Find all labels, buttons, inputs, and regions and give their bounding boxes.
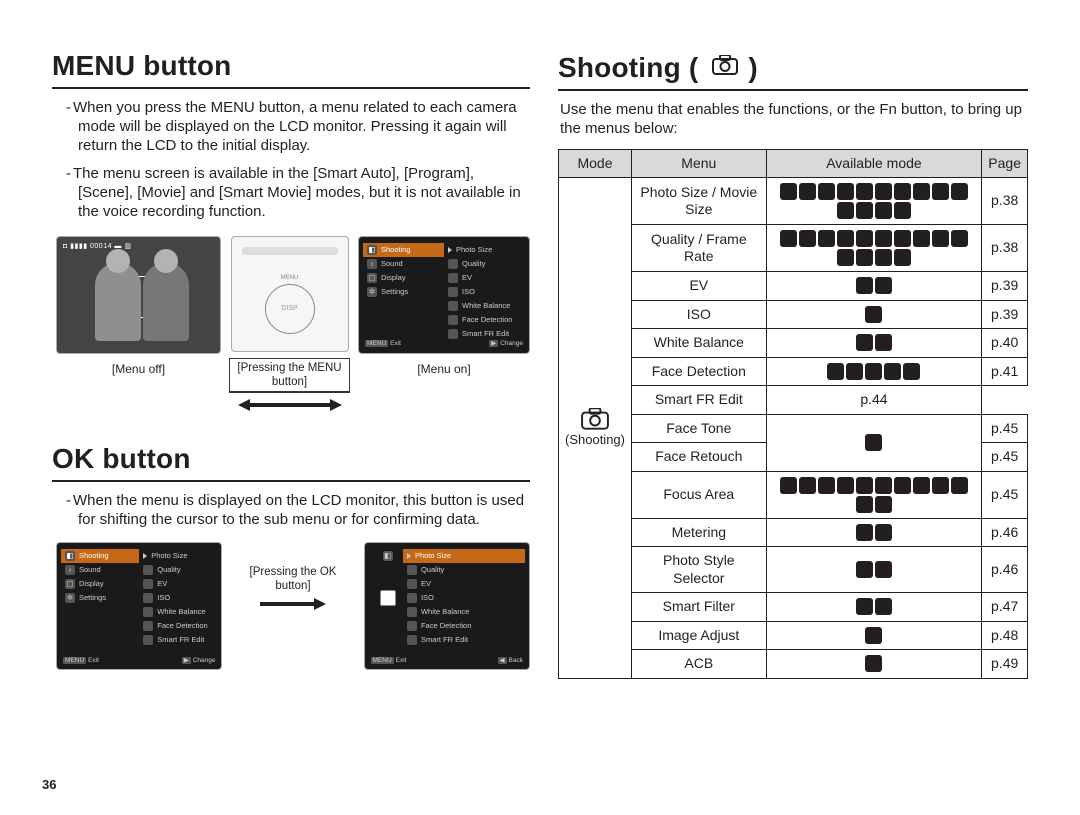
table-menu-cell: Focus Area — [631, 471, 766, 518]
th-page: Page — [982, 149, 1028, 178]
shooting-intro: Use the menu that enables the functions,… — [560, 101, 1028, 139]
ok-para-1: -When the menu is displayed on the LCD m… — [78, 492, 530, 530]
mode-icons — [773, 655, 976, 672]
table-page-cell: p.45 — [982, 471, 1028, 518]
table-menu-cell: EV — [631, 272, 766, 301]
mode-icons — [773, 561, 976, 578]
table-available-cell — [766, 300, 982, 329]
table-available-cell — [766, 225, 982, 272]
table-menu-cell: White Balance — [631, 329, 766, 358]
table-menu-cell: Face Tone — [631, 414, 766, 443]
table-page-cell: p.41 — [982, 357, 1028, 386]
mode-icons — [773, 524, 976, 541]
mode-icons — [773, 306, 976, 323]
heading-ok-button: OK button — [52, 441, 530, 482]
table-page-cell: p.39 — [982, 300, 1028, 329]
lcd-menu-on: ◧Shooting ♪Sound ▢Display ✲Settings Phot… — [358, 236, 530, 354]
table-menu-cell: Photo Style Selector — [631, 547, 766, 593]
gear-icon: ✲ — [367, 287, 377, 297]
table-available-cell — [766, 547, 982, 593]
table-available-cell — [766, 650, 982, 679]
th-available: Available mode — [766, 149, 982, 178]
table-available-cell — [766, 414, 982, 471]
heading-shooting: Shooting ( ) — [558, 48, 1028, 91]
mode-icons — [773, 277, 976, 294]
table-page-cell: p.40 — [982, 329, 1028, 358]
table-page-cell: p.48 — [982, 621, 1028, 650]
caption-menu-off: [Menu off] — [112, 362, 165, 377]
table-page-cell: p.46 — [982, 518, 1028, 547]
table-page-cell: p.44 — [766, 386, 982, 415]
mode-icons — [773, 477, 976, 513]
table-menu-cell: Smart FR Edit — [631, 386, 766, 415]
mode-icons — [773, 334, 976, 351]
display-icon: ▢ — [367, 273, 377, 283]
mode-icons — [773, 363, 976, 380]
camera-body-diagram: MENU DISP — [231, 236, 349, 352]
table-menu-cell: Smart Filter — [631, 593, 766, 622]
caption-pressing-menu: [Pressing the MENU button] — [229, 358, 350, 394]
camera-icon — [712, 48, 738, 83]
table-page-cell: p.45 — [982, 414, 1028, 443]
caption-menu-on: [Menu on] — [417, 362, 470, 377]
table-menu-cell: Face Retouch — [631, 443, 766, 472]
mode-icons — [773, 230, 976, 266]
table-menu-cell: ISO — [631, 300, 766, 329]
table-menu-cell: Photo Size / Movie Size — [631, 178, 766, 225]
lcd-ok-before: ◧Shooting ♪Sound ▢Display ✲Settings Phot… — [56, 542, 222, 670]
mode-icons — [773, 627, 976, 644]
table-available-cell — [766, 621, 982, 650]
menu-para-1: -When you press the MENU button, a menu … — [78, 99, 530, 155]
table-page-cell: p.47 — [982, 593, 1028, 622]
table-available-cell — [766, 272, 982, 301]
mode-icons — [773, 183, 976, 219]
table-page-cell: p.38 — [982, 225, 1028, 272]
lcd-preview: ◘ ▮▮▮▮ 00014 ▬ ▥ — [56, 236, 221, 354]
sound-icon: ♪ — [367, 259, 377, 269]
menu-para-2: -The menu screen is available in the [Sm… — [78, 165, 530, 221]
heading-menu-button: MENU button — [52, 48, 530, 89]
arrow-right-icon — [258, 597, 328, 611]
table-available-cell — [766, 357, 982, 386]
mode-icons — [773, 598, 976, 615]
table-page-cell: p.49 — [982, 650, 1028, 679]
figure-menu-toggle: ◘ ▮▮▮▮ 00014 ▬ ▥ [Menu off] MENU DISP [P… — [52, 236, 530, 414]
table-available-cell — [766, 471, 982, 518]
table-page-cell: p.39 — [982, 272, 1028, 301]
page-number: 36 — [42, 777, 56, 793]
table-page-cell: p.38 — [982, 178, 1028, 225]
table-available-cell — [766, 329, 982, 358]
table-available-cell — [766, 593, 982, 622]
figure-ok-button: ◧Shooting ♪Sound ▢Display ✲Settings Phot… — [52, 542, 530, 670]
table-menu-cell: Image Adjust — [631, 621, 766, 650]
table-available-cell — [766, 178, 982, 225]
table-menu-cell: ACB — [631, 650, 766, 679]
th-menu: Menu — [631, 149, 766, 178]
th-mode: Mode — [559, 149, 632, 178]
mode-cell: (Shooting) — [559, 178, 632, 679]
table-available-cell — [766, 518, 982, 547]
table-menu-cell: Face Detection — [631, 357, 766, 386]
double-arrow-icon — [231, 397, 349, 413]
table-page-cell: p.45 — [982, 443, 1028, 472]
camera-icon: ◧ — [367, 245, 377, 255]
table-menu-cell: Quality / Frame Rate — [631, 225, 766, 272]
table-menu-cell: Metering — [631, 518, 766, 547]
lcd-ok-after: ◧ Photo Size Quality EV ISO White Balanc… — [364, 542, 530, 670]
caption-pressing-ok: [Pressing the OK button] — [232, 566, 353, 594]
table-page-cell: p.46 — [982, 547, 1028, 593]
mode-icons — [773, 434, 976, 451]
shooting-menu-table: Mode Menu Available mode Page (Shooting)… — [558, 149, 1028, 679]
